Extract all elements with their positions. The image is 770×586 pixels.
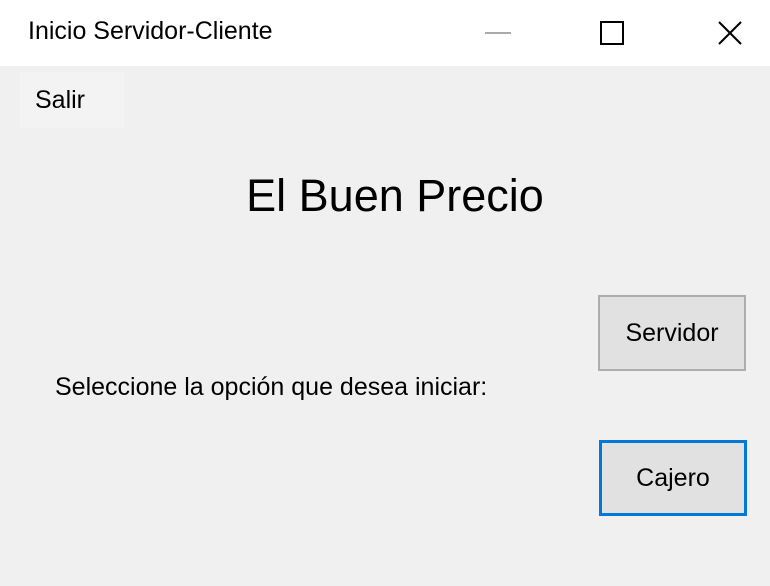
maximize-icon	[600, 21, 624, 45]
menu-bar: Salir	[0, 66, 770, 128]
cajero-button[interactable]: Cajero	[599, 440, 747, 516]
maximize-button[interactable]	[573, 0, 653, 66]
menu-item-salir[interactable]: Salir	[20, 72, 124, 128]
close-icon	[718, 21, 742, 45]
minimize-icon	[485, 32, 511, 34]
app-heading: El Buen Precio	[246, 170, 544, 221]
window-title: Inicio Servidor-Cliente	[28, 17, 273, 45]
servidor-button[interactable]: Servidor	[598, 295, 746, 371]
app-window: Inicio Servidor-Cliente Salir El Buen Pr…	[0, 0, 770, 586]
title-bar[interactable]: Inicio Servidor-Cliente	[0, 0, 770, 66]
close-button[interactable]	[690, 0, 770, 66]
minimize-button[interactable]	[458, 0, 538, 66]
selection-prompt: Seleccione la opción que desea iniciar:	[55, 373, 488, 401]
